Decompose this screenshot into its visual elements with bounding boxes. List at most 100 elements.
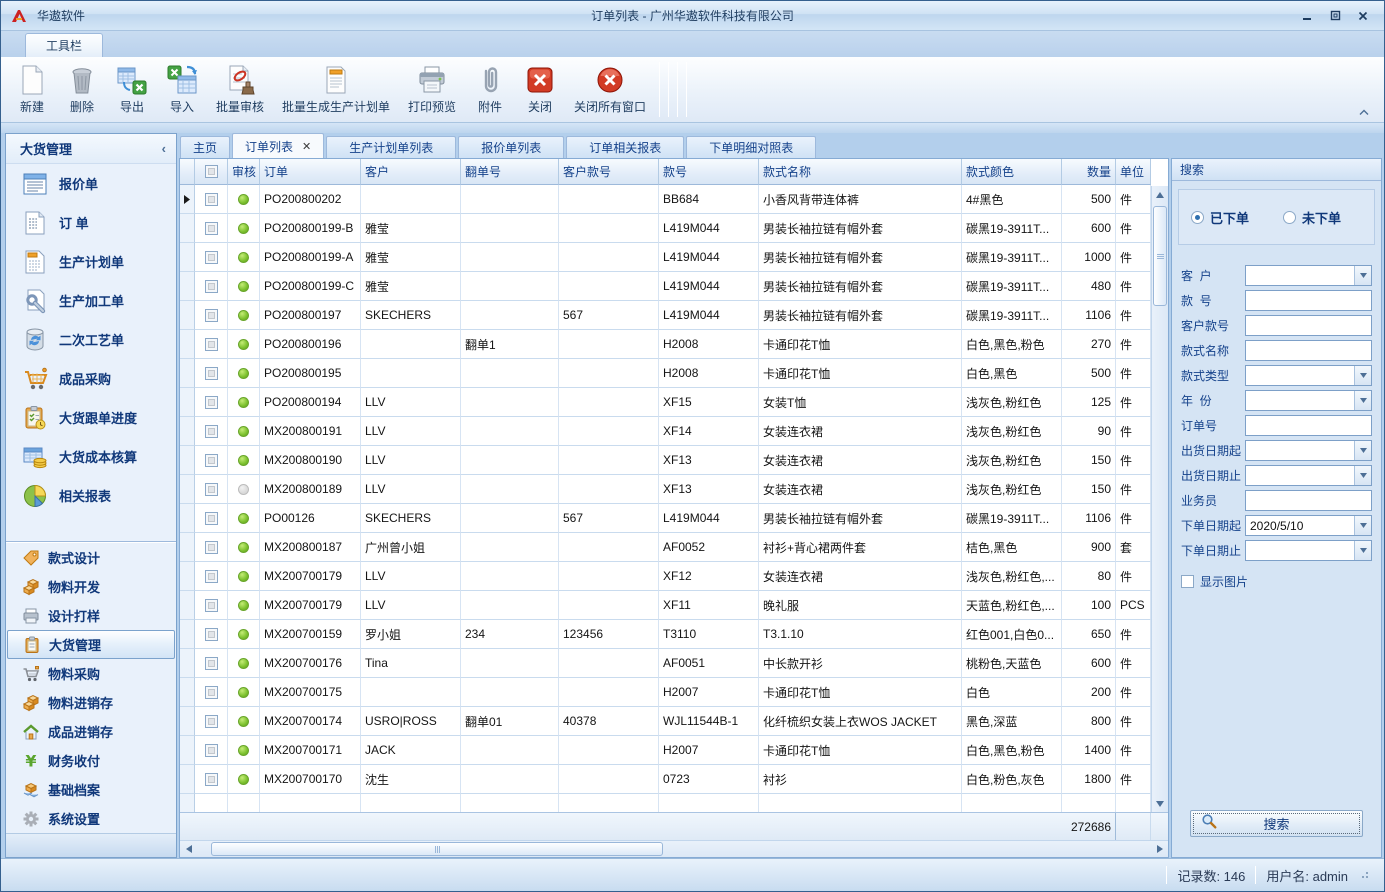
column-header-1[interactable]: 审核: [228, 159, 260, 185]
row-checkbox[interactable]: [205, 686, 218, 699]
scroll-up-icon[interactable]: [1152, 186, 1168, 203]
minimize-button[interactable]: [1300, 9, 1314, 23]
row-checkbox[interactable]: [205, 454, 218, 467]
row-checkbox[interactable]: [205, 744, 218, 757]
row-checkbox[interactable]: [205, 512, 218, 525]
module-item-material-purchase[interactable]: 物料采购: [6, 659, 176, 688]
table-row[interactable]: MX200800191LLVXF14女装连衣裙浅灰色,粉红色90件: [180, 417, 1168, 446]
toolbar-button-close-all-windows[interactable]: 关闭所有窗口: [565, 59, 655, 120]
row-checkbox[interactable]: [205, 251, 218, 264]
sidebar-item-reports[interactable]: 相关报表: [6, 476, 176, 515]
search-field-combo-9[interactable]: [1245, 465, 1372, 486]
row-checkbox[interactable]: [205, 715, 218, 728]
column-header-6[interactable]: 款号: [659, 159, 759, 185]
column-header-3[interactable]: 客户: [361, 159, 461, 185]
toolbar-button-close-window[interactable]: 关闭: [515, 59, 565, 120]
search-field-combo-5[interactable]: [1245, 365, 1372, 386]
scroll-down-icon[interactable]: [1152, 795, 1168, 812]
column-header-10[interactable]: 单位: [1116, 159, 1151, 185]
table-row[interactable]: MX200700159罗小姐234123456T3110T3.1.10红色001…: [180, 620, 1168, 649]
row-checkbox[interactable]: [205, 541, 218, 554]
row-checkbox[interactable]: [205, 657, 218, 670]
row-checkbox[interactable]: [205, 570, 218, 583]
module-item-material-inventory[interactable]: 物料进销存: [6, 688, 176, 717]
row-checkbox[interactable]: [205, 367, 218, 380]
column-header-7[interactable]: 款式名称: [759, 159, 962, 185]
column-header-8[interactable]: 款式颜色: [962, 159, 1062, 185]
scroll-right-icon[interactable]: [1151, 841, 1168, 857]
row-checkbox[interactable]: [205, 599, 218, 612]
search-button[interactable]: 搜索: [1190, 810, 1363, 837]
dropdown-arrow-icon[interactable]: [1354, 466, 1371, 485]
sidebar-item-finished-purchase[interactable]: 成品采购: [6, 359, 176, 398]
module-item-base-archive[interactable]: 基础档案: [6, 775, 176, 804]
restore-button[interactable]: [1328, 9, 1342, 23]
sidebar-item-quote-list[interactable]: 报价单: [6, 164, 176, 203]
module-item-finished-inventory[interactable]: 成品进销存: [6, 717, 176, 746]
dropdown-arrow-icon[interactable]: [1354, 391, 1371, 410]
scroll-left-icon[interactable]: [180, 841, 197, 857]
module-item-system-settings[interactable]: 系统设置: [6, 804, 176, 833]
search-field-combo-1[interactable]: [1245, 265, 1372, 286]
search-field-combo-11[interactable]: 2020/5/10: [1245, 515, 1372, 536]
resize-grip[interactable]: [1362, 872, 1368, 878]
vertical-scroll-thumb[interactable]: [1153, 206, 1167, 306]
sidebar-item-bulk-progress[interactable]: 大货跟单进度: [6, 398, 176, 437]
table-row[interactable]: MX200700175H2007卡通印花T恤白色200件: [180, 678, 1168, 707]
toolbar-button-import[interactable]: 导入: [157, 59, 207, 120]
dropdown-arrow-icon[interactable]: [1354, 366, 1371, 385]
radio-not-ordered[interactable]: 未下单: [1283, 208, 1341, 227]
close-button[interactable]: [1356, 9, 1370, 23]
document-tab-3[interactable]: 生产计划单列表: [326, 136, 456, 158]
toolbar-button-export[interactable]: 导出: [107, 59, 157, 120]
module-item-style-design[interactable]: 款式设计: [6, 543, 176, 572]
close-tab-icon[interactable]: ✕: [302, 140, 311, 153]
radio-ordered[interactable]: 已下单: [1191, 208, 1249, 227]
search-field-input-10[interactable]: [1245, 490, 1372, 511]
row-checkbox[interactable]: [205, 483, 218, 496]
column-header-5[interactable]: 客户款号: [559, 159, 659, 185]
table-row[interactable]: MX200700170沈生0723衬衫白色,粉色,灰色1800件: [180, 765, 1168, 794]
document-tab-5[interactable]: 订单相关报表: [566, 136, 684, 158]
sidebar-item-order-doc[interactable]: 订 单: [6, 203, 176, 242]
column-header-9[interactable]: 数量: [1062, 159, 1116, 185]
search-field-combo-8[interactable]: [1245, 440, 1372, 461]
module-item-design-sample[interactable]: 设计打样: [6, 601, 176, 630]
row-checkbox[interactable]: [205, 309, 218, 322]
row-checkbox[interactable]: [205, 773, 218, 786]
sidebar-item-bulk-cost[interactable]: 大货成本核算: [6, 437, 176, 476]
select-all-checkbox[interactable]: [205, 165, 218, 178]
table-row[interactable]: PO200800199-B雅莹L419M044男装长袖拉链有帽外套碳黑19-39…: [180, 214, 1168, 243]
table-row[interactable]: PO200800195H2008卡通印花T恤白色,黑色500件: [180, 359, 1168, 388]
search-field-combo-6[interactable]: [1245, 390, 1372, 411]
module-item-bulk-management[interactable]: 大货管理: [7, 630, 175, 659]
module-item-finance[interactable]: ¥财务收付: [6, 746, 176, 775]
dropdown-arrow-icon[interactable]: [1354, 441, 1371, 460]
table-row[interactable]: MX200700174USRO|ROSS翻单0140378WJL11544B-1…: [180, 707, 1168, 736]
search-field-input-7[interactable]: [1245, 415, 1372, 436]
row-checkbox[interactable]: [205, 628, 218, 641]
table-row[interactable]: PO200800202BB684小香风背带连体裤4#黑色500件: [180, 185, 1168, 214]
collapse-sidebar-icon[interactable]: ‹: [162, 141, 166, 156]
table-row[interactable]: MX200800190LLVXF13女装连衣裙浅灰色,粉红色150件: [180, 446, 1168, 475]
search-field-input-2[interactable]: [1245, 290, 1372, 311]
table-row[interactable]: PO200800196翻单1H2008卡通印花T恤白色,黑色,粉色270件: [180, 330, 1168, 359]
table-row[interactable]: PO00126SKECHERS567L419M044男装长袖拉链有帽外套碳黑19…: [180, 504, 1168, 533]
horizontal-scroll-thumb[interactable]: [211, 842, 663, 856]
table-row[interactable]: MX200700171JACKH2007卡通印花T恤白色,黑色,粉色1400件: [180, 736, 1168, 765]
search-field-input-4[interactable]: [1245, 340, 1372, 361]
toolbar-button-batch-generate-plan[interactable]: 批量生成生产计划单: [273, 59, 399, 120]
sidebar-item-secondary-process[interactable]: 二次工艺单: [6, 320, 176, 359]
row-checkbox[interactable]: [205, 222, 218, 235]
dropdown-arrow-icon[interactable]: [1354, 266, 1371, 285]
table-row[interactable]: PO200800199-C雅莹L419M044男装长袖拉链有帽外套碳黑19-39…: [180, 272, 1168, 301]
show-image-checkbox[interactable]: [1181, 575, 1194, 588]
row-checkbox[interactable]: [205, 193, 218, 206]
row-checkbox[interactable]: [205, 338, 218, 351]
table-row[interactable]: MX200700179LLVXF11晚礼服天蓝色,粉红色,...100PCS: [180, 591, 1168, 620]
table-row[interactable]: MX200700176TinaAF0051中长款开衫桃粉色,天蓝色600件: [180, 649, 1168, 678]
table-row[interactable]: PO200800199-A雅莹L419M044男装长袖拉链有帽外套碳黑19-39…: [180, 243, 1168, 272]
table-row[interactable]: MX200700179LLVXF12女装连衣裙浅灰色,粉红色,...80件: [180, 562, 1168, 591]
document-tab-6[interactable]: 下单明细对照表: [686, 136, 816, 158]
document-tab-4[interactable]: 报价单列表: [458, 136, 564, 158]
